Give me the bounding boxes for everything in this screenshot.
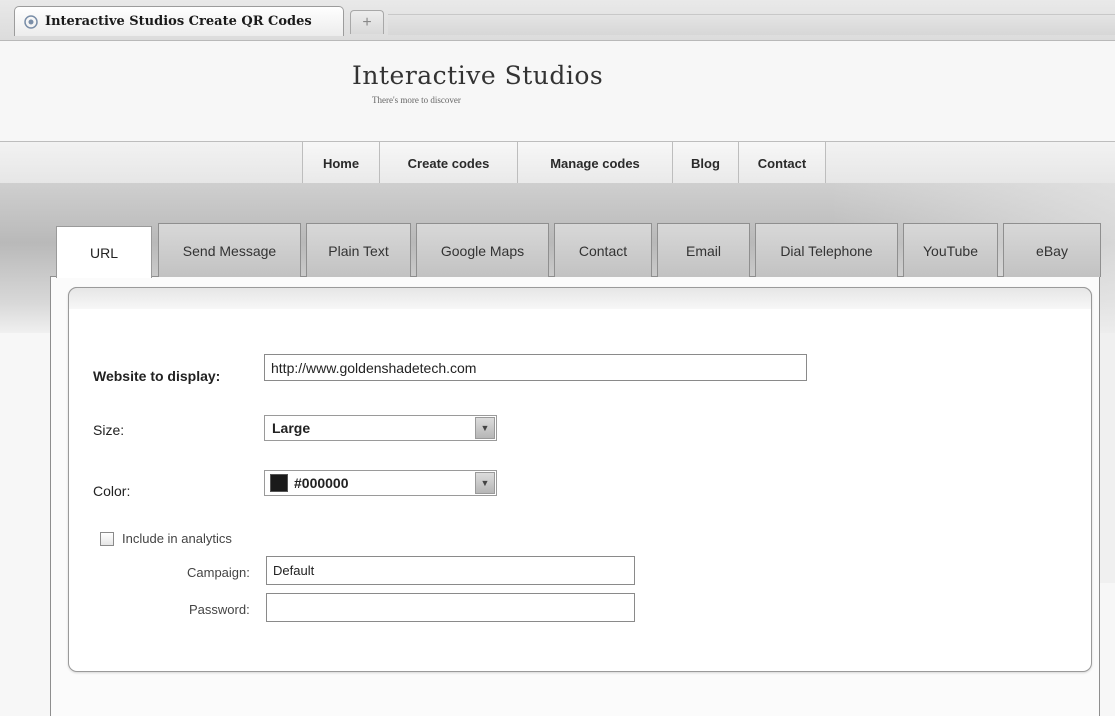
site-title: Interactive Studios (352, 61, 604, 90)
nav-item-blog[interactable]: Blog (672, 142, 738, 184)
analytics-label: Include in analytics (122, 531, 232, 546)
size-label: Size: (93, 422, 125, 438)
tab-strip-background (388, 14, 1115, 35)
browser-tab-strip: Interactive Studios Create QR Codes + (0, 0, 1115, 41)
color-select-value: #000000 (294, 475, 349, 491)
browser-tab-title: Interactive Studios Create QR Codes (45, 14, 312, 29)
color-label: Color: (93, 483, 131, 499)
color-select[interactable]: #000000 ▼ (264, 470, 497, 496)
password-label: Password: (189, 602, 250, 617)
nav-item-create-codes[interactable]: Create codes (379, 142, 517, 184)
main-nav: Home Create codes Manage codes Blog Cont… (0, 141, 1115, 185)
campaign-input[interactable] (266, 556, 635, 585)
size-select-value: Large (272, 420, 311, 436)
form-box-header (68, 287, 1092, 309)
nav-item-home[interactable]: Home (302, 142, 379, 184)
tab-dial-telephone[interactable]: Dial Telephone (755, 223, 898, 277)
website-input[interactable] (264, 354, 807, 381)
tab-plain-text[interactable]: Plain Text (306, 223, 411, 277)
plus-icon: + (362, 13, 372, 31)
chevron-down-icon[interactable]: ▼ (475, 417, 495, 439)
tab-url[interactable]: URL (56, 226, 152, 278)
website-label: Website to display: (93, 368, 221, 384)
tab-ebay[interactable]: eBay (1003, 223, 1101, 277)
tab-google-maps[interactable]: Google Maps (416, 223, 549, 277)
campaign-label: Campaign: (187, 565, 250, 580)
chevron-down-icon[interactable]: ▼ (475, 472, 495, 494)
new-tab-button[interactable]: + (350, 10, 384, 34)
password-input[interactable] (266, 593, 635, 622)
tab-email[interactable]: Email (657, 223, 750, 277)
tab-send-message[interactable]: Send Message (158, 223, 301, 277)
analytics-checkbox[interactable] (100, 532, 114, 546)
tab-contact[interactable]: Contact (554, 223, 652, 277)
tab-youtube[interactable]: YouTube (903, 223, 998, 277)
nav-item-manage-codes[interactable]: Manage codes (517, 142, 672, 184)
size-select[interactable]: Large ▼ (264, 415, 497, 441)
browser-tab[interactable]: Interactive Studios Create QR Codes (14, 6, 344, 36)
nav-item-contact[interactable]: Contact (738, 142, 826, 184)
color-swatch (270, 474, 288, 492)
site-tagline: There's more to discover (372, 95, 461, 105)
page: Interactive Studios There's more to disc… (0, 41, 1115, 716)
page-favicon-icon (23, 14, 39, 30)
